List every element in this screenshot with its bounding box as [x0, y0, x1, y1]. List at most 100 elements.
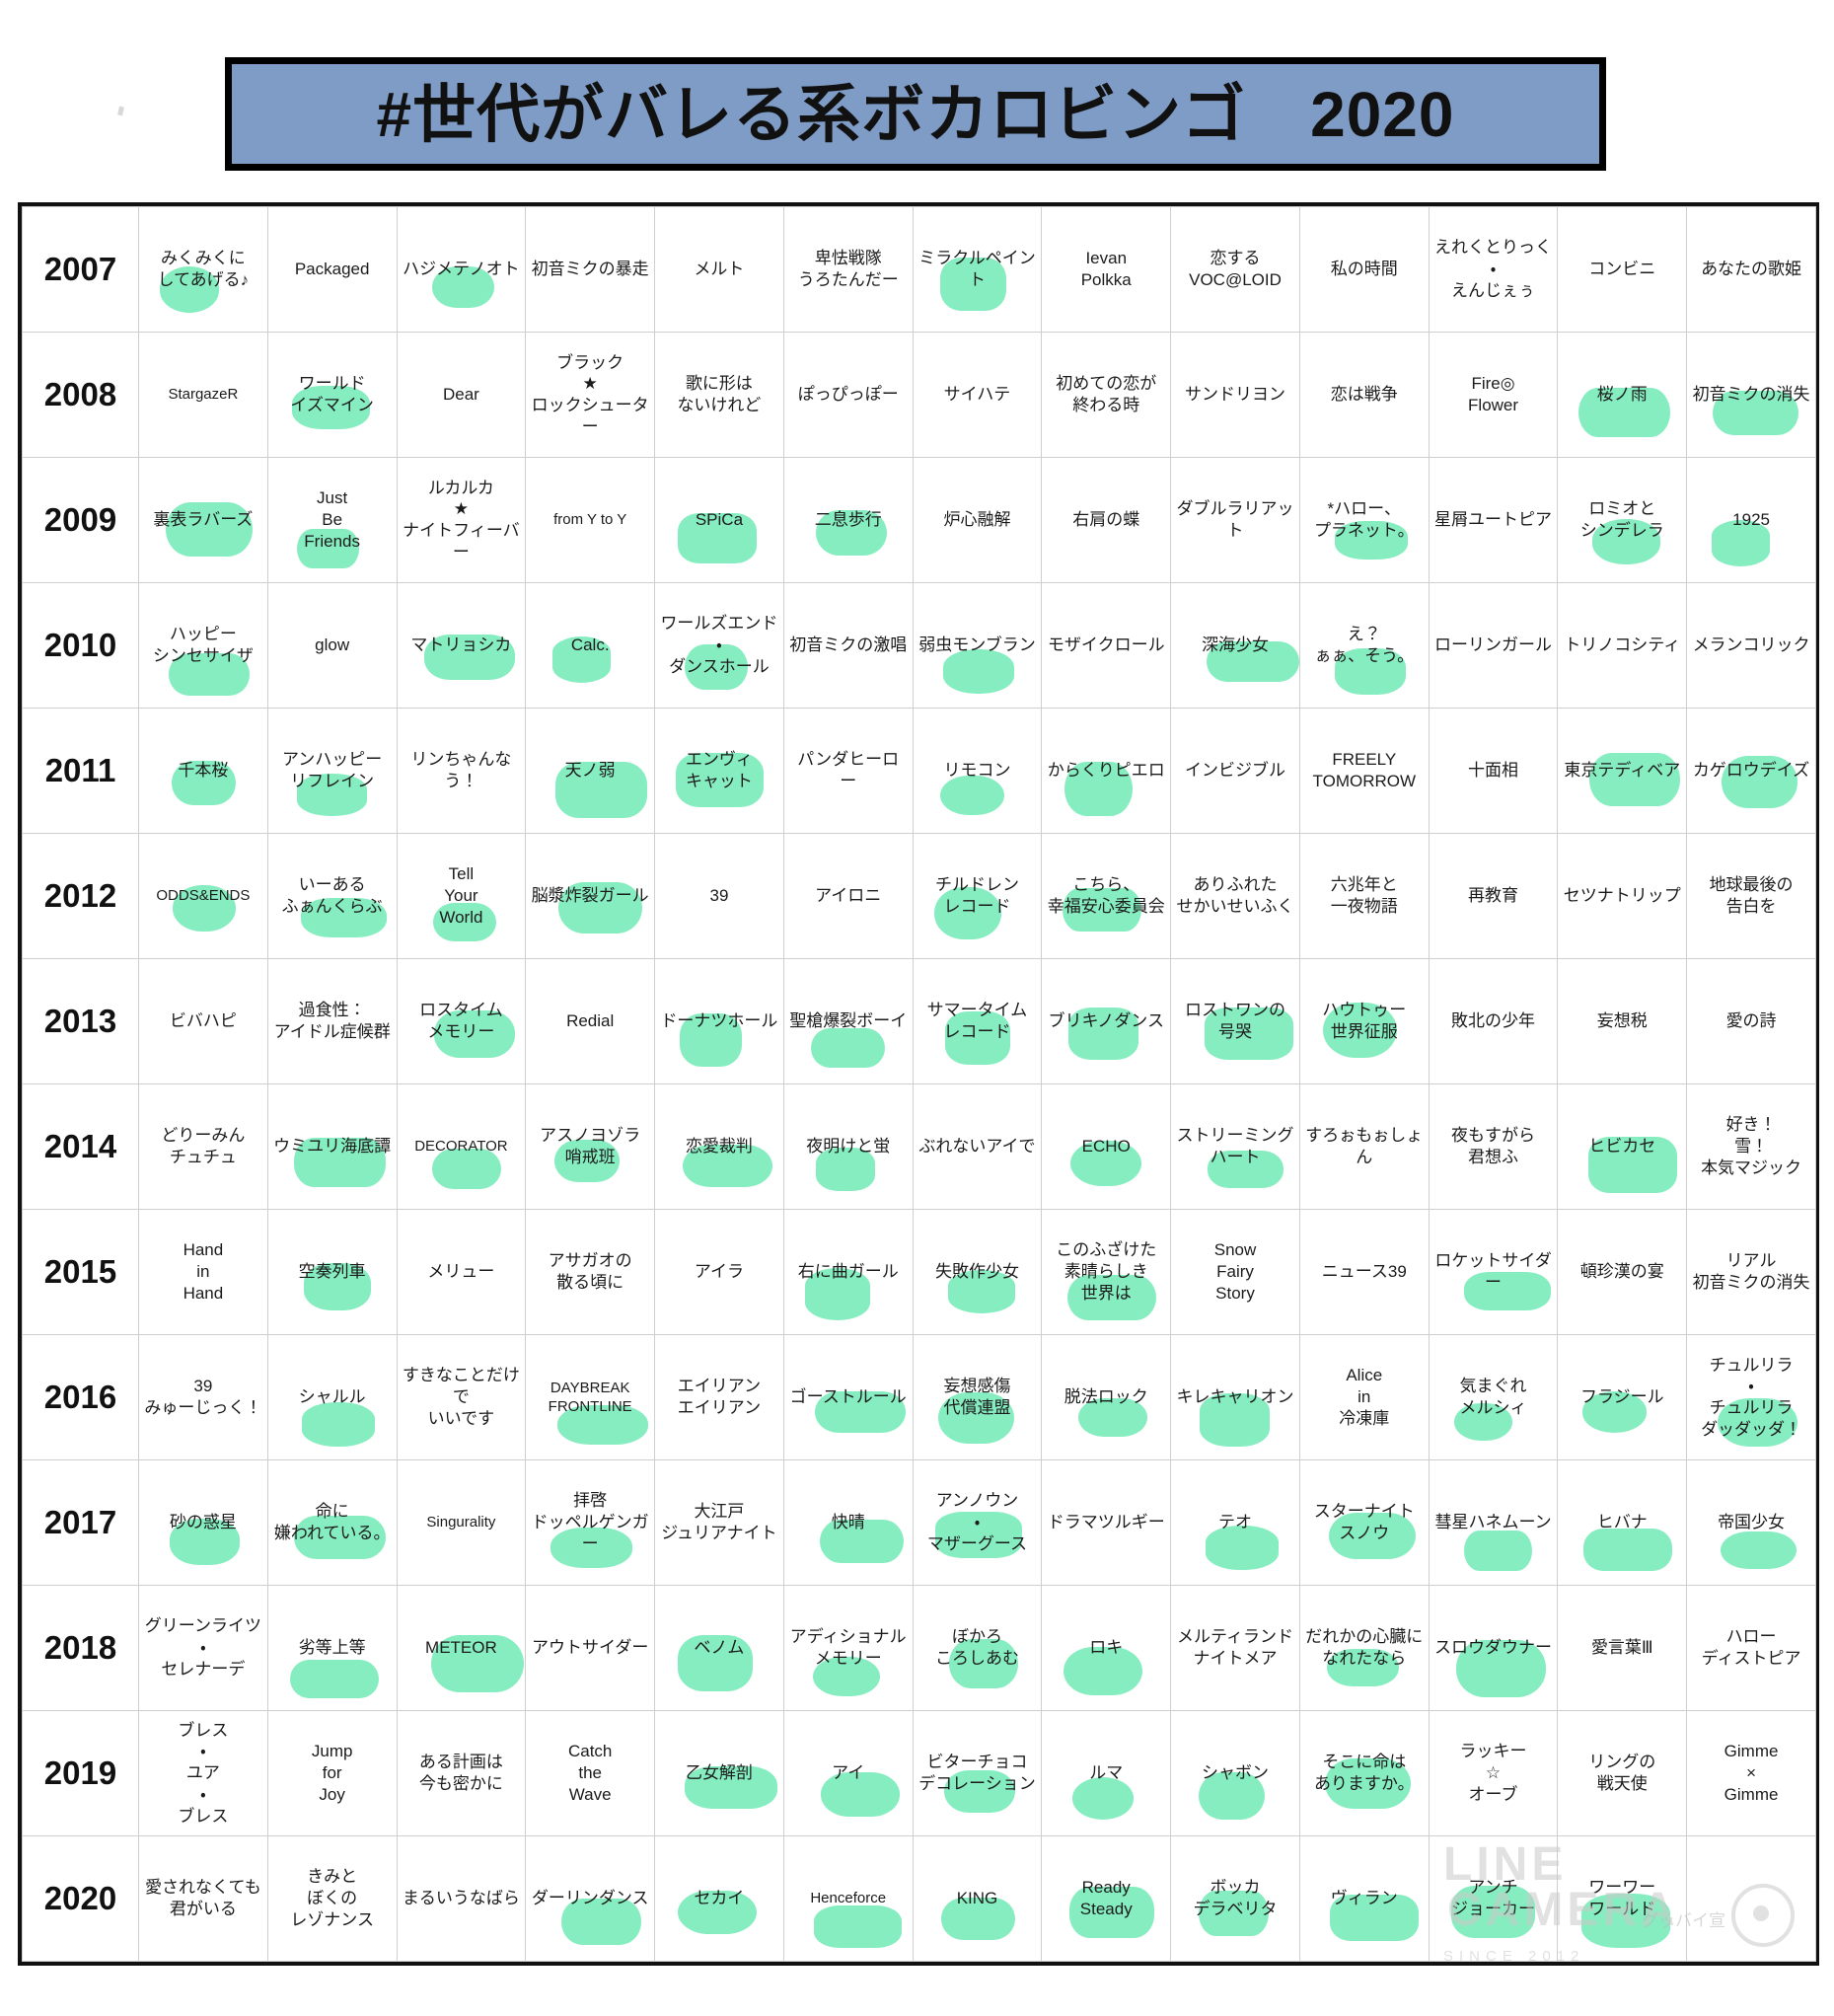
bingo-cell[interactable]: どりーみん チュチュ	[138, 1083, 268, 1210]
bingo-cell[interactable]: ヒバナ	[1557, 1459, 1688, 1586]
bingo-cell[interactable]: 空奏列車	[266, 1209, 398, 1335]
bingo-cell[interactable]: Jump for Joy	[266, 1710, 398, 1836]
bingo-cell[interactable]: 妄想感傷 代償連盟	[912, 1334, 1043, 1460]
bingo-cell[interactable]: METEOR	[396, 1585, 527, 1711]
bingo-cell[interactable]: 敗北の少年	[1428, 958, 1559, 1084]
bingo-cell[interactable]: サイハテ	[912, 332, 1043, 458]
bingo-cell[interactable]: すきなことだけで いいです	[396, 1334, 527, 1460]
bingo-cell[interactable]: 夜明けと蛍	[782, 1083, 914, 1210]
bingo-cell[interactable]: 頓珍漢の宴	[1557, 1209, 1688, 1335]
bingo-cell[interactable]: Snow Fairy Story	[1170, 1209, 1300, 1335]
bingo-cell[interactable]: ハウトゥー 世界征服	[1298, 958, 1430, 1084]
bingo-cell[interactable]: ぶれないアイで	[912, 1083, 1043, 1210]
bingo-cell[interactable]: 命に 嫌われている。	[266, 1459, 398, 1586]
bingo-cell[interactable]: チュルリラ ・ チュルリラ ダッダッダ！	[1686, 1334, 1816, 1460]
bingo-cell[interactable]: Ready Steady	[1041, 1835, 1172, 1962]
bingo-cell[interactable]: 愛の詩	[1686, 958, 1816, 1084]
bingo-cell[interactable]: 二息歩行	[782, 457, 914, 583]
bingo-cell[interactable]: 十面相	[1428, 708, 1559, 834]
bingo-cell[interactable]: 気まぐれ メルシィ	[1428, 1334, 1559, 1460]
bingo-cell[interactable]: ルカルカ ★ ナイトフィーバー	[396, 457, 527, 583]
bingo-cell[interactable]: きみと ぼくの レゾナンス	[266, 1835, 398, 1962]
bingo-cell[interactable]: Redial	[525, 958, 656, 1084]
bingo-cell[interactable]: アスノヨゾラ 哨戒班	[525, 1083, 656, 1210]
bingo-cell[interactable]: アンチ ジョーカー	[1428, 1835, 1559, 1962]
bingo-cell[interactable]: Alice in 冷凍庫	[1298, 1334, 1430, 1460]
bingo-cell[interactable]: アディショナル メモリー	[782, 1585, 914, 1711]
bingo-cell[interactable]: 39 みゅーじっく！	[138, 1334, 268, 1460]
bingo-cell[interactable]: 乙女解剖	[654, 1710, 784, 1836]
bingo-cell[interactable]: フラジール	[1557, 1334, 1688, 1460]
bingo-cell[interactable]: ある計画は 今も密かに	[396, 1710, 527, 1836]
bingo-cell[interactable]: ヒビカセ	[1557, 1083, 1688, 1210]
bingo-cell[interactable]: 初音ミクの激唱	[782, 582, 914, 709]
bingo-cell[interactable]: テオ	[1170, 1459, 1300, 1586]
bingo-cell[interactable]: グリーンライツ ・ セレナーデ	[138, 1585, 268, 1711]
bingo-cell[interactable]: アイラ	[654, 1209, 784, 1335]
bingo-cell[interactable]: 地球最後の 告白を	[1686, 833, 1816, 959]
bingo-cell[interactable]: まるいうなばら	[396, 1835, 527, 1962]
bingo-cell[interactable]: ローリンガール	[1428, 582, 1559, 709]
bingo-cell[interactable]: ブレス ・ ユア ・ ブレス	[138, 1710, 268, 1836]
bingo-cell[interactable]: ダブルラリアット	[1170, 457, 1300, 583]
bingo-cell[interactable]: 卑怯戦隊 うろたんだー	[782, 206, 914, 333]
bingo-cell[interactable]: FREELY TOMORROW	[1298, 708, 1430, 834]
bingo-cell[interactable]: トリノコシティ	[1557, 582, 1688, 709]
bingo-cell[interactable]: 砂の惑星	[138, 1459, 268, 1586]
bingo-cell[interactable]: ヴィラン	[1298, 1835, 1430, 1962]
bingo-cell[interactable]: ぽっぴっぽー	[782, 332, 914, 458]
bingo-cell[interactable]: だれかの心臓に なれたなら	[1298, 1585, 1430, 1711]
bingo-cell[interactable]: 初音ミクの消失	[1686, 332, 1816, 458]
bingo-cell[interactable]: 帝国少女	[1686, 1459, 1816, 1586]
bingo-cell[interactable]: 彗星ハネムーン	[1428, 1459, 1559, 1586]
bingo-cell[interactable]: Gimme × Gimme	[1686, 1710, 1816, 1836]
bingo-cell[interactable]: 劣等上等	[266, 1585, 398, 1711]
bingo-cell[interactable]: え？ ぁぁ、そう。	[1298, 582, 1430, 709]
bingo-cell[interactable]: glow	[266, 582, 398, 709]
bingo-cell[interactable]: Calc.	[525, 582, 656, 709]
bingo-cell[interactable]: *ハロー、 プラネット。	[1298, 457, 1430, 583]
bingo-cell[interactable]: 大江戸 ジュリアナイト	[654, 1459, 784, 1586]
bingo-cell[interactable]: 39	[654, 833, 784, 959]
bingo-cell[interactable]: メリュー	[396, 1209, 527, 1335]
bingo-cell[interactable]: Catch the Wave	[525, 1710, 656, 1836]
bingo-cell[interactable]: ロストワンの 号哭	[1170, 958, 1300, 1084]
bingo-cell[interactable]: ウミユリ海底譚	[266, 1083, 398, 1210]
bingo-cell[interactable]	[1686, 1835, 1816, 1962]
bingo-cell[interactable]: ハロー ディストピア	[1686, 1585, 1816, 1711]
bingo-cell[interactable]: StargazeR	[138, 332, 268, 458]
bingo-cell[interactable]: ゴーストルール	[782, 1334, 914, 1460]
bingo-cell[interactable]: アンハッピー リフレイン	[266, 708, 398, 834]
bingo-cell[interactable]: ロキ	[1041, 1585, 1172, 1711]
bingo-cell[interactable]: 桜ノ雨	[1557, 332, 1688, 458]
bingo-cell[interactable]: 愛されなくても 君がいる	[138, 1835, 268, 1962]
bingo-cell[interactable]: 聖槍爆裂ボーイ	[782, 958, 914, 1084]
bingo-cell[interactable]: 妄想税	[1557, 958, 1688, 1084]
bingo-cell[interactable]: ダーリンダンス	[525, 1835, 656, 1962]
bingo-cell[interactable]: from Y to Y	[525, 457, 656, 583]
bingo-cell[interactable]: そこに命は ありますか。	[1298, 1710, 1430, 1836]
bingo-cell[interactable]: ワーワー ワールド	[1557, 1835, 1688, 1962]
bingo-cell[interactable]: 失敗作少女	[912, 1209, 1043, 1335]
bingo-cell[interactable]: カゲロウデイズ	[1686, 708, 1816, 834]
bingo-cell[interactable]: 脳漿炸裂ガール	[525, 833, 656, 959]
bingo-cell[interactable]: 好き！ 雪！ 本気マジック	[1686, 1083, 1816, 1210]
bingo-cell[interactable]: ベノム	[654, 1585, 784, 1711]
bingo-cell[interactable]: こちら、 幸福安心委員会	[1041, 833, 1172, 959]
bingo-cell[interactable]: ワールズエンド ・ ダンスホール	[654, 582, 784, 709]
bingo-cell[interactable]: Tell Your World	[396, 833, 527, 959]
bingo-cell[interactable]: あなたの歌姫	[1686, 206, 1816, 333]
bingo-cell[interactable]: このふざけた 素晴らしき 世界は	[1041, 1209, 1172, 1335]
bingo-cell[interactable]: チルドレン レコード	[912, 833, 1043, 959]
bingo-cell[interactable]: 過食性： アイドル症候群	[266, 958, 398, 1084]
bingo-cell[interactable]: ODDS&ENDS	[138, 833, 268, 959]
bingo-cell[interactable]: ハジメテノオト	[396, 206, 527, 333]
bingo-cell[interactable]: メルティランド ナイトメア	[1170, 1585, 1300, 1711]
bingo-cell[interactable]: ハッピー シンセサイザ	[138, 582, 268, 709]
bingo-cell[interactable]: 再教育	[1428, 833, 1559, 959]
bingo-cell[interactable]: アサガオの 散る頃に	[525, 1209, 656, 1335]
bingo-cell[interactable]: みくみくに してあげる♪	[138, 206, 268, 333]
bingo-cell[interactable]: ワールド イズマイン	[266, 332, 398, 458]
bingo-cell[interactable]: シャルル	[266, 1334, 398, 1460]
bingo-cell[interactable]: メランコリック	[1686, 582, 1816, 709]
